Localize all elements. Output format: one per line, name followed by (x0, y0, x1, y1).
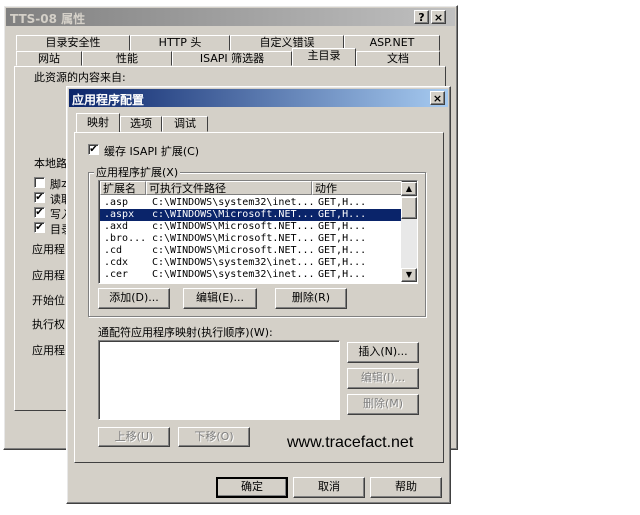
cancel-button[interactable]: 取消 (293, 477, 365, 498)
cache-isapi-label: 缓存 ISAPI 扩展(C) (104, 145, 200, 158)
table-row[interactable]: .axd c:\WINDOWS\Microsoft.NET... GET,H... (100, 221, 402, 233)
start-point-label: 开始位 (32, 294, 65, 307)
cell-ext: .cd (104, 245, 123, 256)
scroll-up-arrow[interactable]: ▲ (401, 182, 417, 196)
table-row[interactable]: .cdx C:\WINDOWS\system32\inet... GET,H... (100, 257, 402, 269)
wildcard-edit-button[interactable]: 编辑(I)... (347, 368, 419, 389)
cell-verbs: GET,H... (318, 269, 367, 280)
help-button[interactable]: ? (414, 10, 429, 24)
script-checkbox[interactable] (34, 177, 45, 188)
content-from-label: 此资源的内容来自: (34, 71, 126, 84)
cell-ext: .cdx (104, 257, 129, 268)
wildcard-mapping-list[interactable] (98, 340, 340, 420)
properties-title: TTS-08 属性 (10, 12, 86, 26)
cell-path: c:\WINDOWS\Microsoft.NET... (152, 221, 315, 232)
tab-options[interactable]: 选项 (120, 116, 162, 132)
extensions-list[interactable]: 扩展名 可执行文件路径 动作 .asp C:\WINDOWS\system32\i… (98, 180, 418, 284)
cell-verbs: GET,H... (318, 257, 367, 268)
ok-button[interactable]: 确定 (216, 477, 288, 498)
help-dialog-button[interactable]: 帮助 (370, 477, 442, 498)
app-pool-label: 应用程 (32, 269, 65, 282)
column-header-extension[interactable]: 扩展名 (100, 181, 146, 195)
cell-ext: .bro... (104, 233, 147, 244)
cell-verbs: GET,H... (318, 221, 367, 232)
cell-path: C:\WINDOWS\system32\inet... (152, 269, 315, 280)
move-down-button[interactable]: 下移(O) (178, 427, 250, 447)
cell-verbs: GET,H... (318, 197, 367, 208)
table-row[interactable]: .asp C:\WINDOWS\system32\inet... GET,H... (100, 197, 402, 209)
tab-aspnet[interactable]: ASP.NET (344, 35, 440, 51)
table-row[interactable]: .aspx c:\WINDOWS\Microsoft.NET... GET,H... (100, 209, 402, 221)
local-path-label: 本地路 (34, 157, 67, 170)
app-name-label: 应用程 (32, 243, 65, 256)
tab-documents[interactable]: 文档 (356, 51, 440, 66)
cell-ext: .cer (104, 269, 129, 280)
column-header-verbs[interactable]: 动作 (312, 181, 402, 195)
cell-ext: .axd (104, 221, 129, 232)
scroll-down-arrow[interactable]: ▼ (401, 268, 417, 282)
cell-ext: .aspx (104, 209, 135, 220)
table-row[interactable]: .cer C:\WINDOWS\system32\inet... GET,H... (100, 269, 402, 281)
tab-performance[interactable]: 性能 (82, 51, 172, 66)
tab-isapi-filters[interactable]: ISAPI 筛选器 (172, 51, 292, 66)
cell-path: c:\WINDOWS\Microsoft.NET... (152, 245, 315, 256)
move-up-button[interactable]: 上移(U) (98, 427, 170, 447)
cell-verbs: GET,H... (318, 209, 367, 220)
app-config-title: 应用程序配置 (72, 93, 145, 107)
cell-path: c:\WINDOWS\Microsoft.NET... (152, 209, 315, 220)
table-row[interactable]: .bro... c:\WINDOWS\Microsoft.NET... GET,H.… (100, 233, 402, 245)
tab-debugging[interactable]: 调试 (162, 116, 208, 132)
tab-http-headers[interactable]: HTTP 头 (130, 35, 230, 51)
wildcard-mapping-label: 通配符应用程序映射(执行顺序)(W): (98, 326, 273, 339)
insert-button[interactable]: 插入(N)... (347, 342, 419, 363)
edit-button[interactable]: 编辑(E)... (183, 288, 257, 309)
cell-path: c:\WINDOWS\Microsoft.NET... (152, 233, 315, 244)
tab-directory-security[interactable]: 目录安全性 (16, 35, 130, 51)
tab-home-directory[interactable]: 主目录 (292, 48, 356, 67)
cell-path: C:\WINDOWS\system32\inet... (152, 197, 315, 208)
write-checkbox[interactable]: ✔ (34, 207, 45, 218)
tab-mappings[interactable]: 映射 (76, 113, 120, 133)
scroll-thumb[interactable] (401, 197, 417, 219)
table-row[interactable]: .cd c:\WINDOWS\Microsoft.NET... GET,H... (100, 245, 402, 257)
directory-browse-checkbox[interactable]: ✔ (34, 222, 45, 233)
dialog-close-button[interactable]: × (430, 91, 445, 105)
read-checkbox[interactable]: ✔ (34, 192, 45, 203)
cache-isapi-checkbox[interactable]: ✔ (88, 144, 99, 155)
execute-permissions-label: 执行权 (32, 318, 65, 331)
remove-button[interactable]: 删除(R) (275, 288, 347, 309)
application-pool-label: 应用程 (32, 344, 65, 357)
close-button[interactable]: × (431, 10, 446, 24)
cell-verbs: GET,H... (318, 233, 367, 244)
tab-website[interactable]: 网站 (16, 51, 82, 66)
watermark-text: www.tracefact.net (287, 434, 414, 451)
list-scrollbar[interactable]: ▲ ▼ (401, 182, 417, 282)
add-button[interactable]: 添加(D)... (98, 288, 170, 309)
cell-ext: .asp (104, 197, 129, 208)
cell-path: C:\WINDOWS\system32\inet... (152, 257, 315, 268)
column-header-path[interactable]: 可执行文件路径 (146, 181, 312, 195)
wildcard-remove-button[interactable]: 删除(M) (347, 394, 419, 415)
cell-verbs: GET,H... (318, 245, 367, 256)
app-extensions-label: 应用程序扩展(X) (94, 164, 181, 180)
